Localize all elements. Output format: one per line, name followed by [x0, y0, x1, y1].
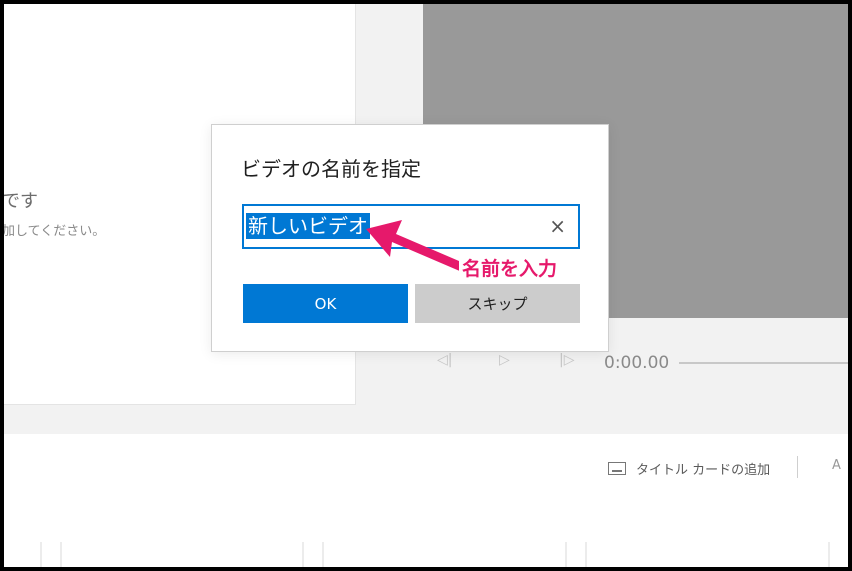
text-icon[interactable]: A — [832, 458, 841, 473]
title-card-icon — [608, 462, 626, 475]
seek-bar[interactable] — [679, 362, 848, 364]
video-name-value[interactable]: 新しいビデオ — [246, 213, 370, 239]
storyboard-slot-divider — [302, 542, 304, 567]
storyboard-panel: タイトル カードの追加 A — [4, 434, 848, 567]
play-icon[interactable]: ▷ — [499, 352, 510, 368]
app-window: です 加してください。 ◁| ▷ |▷ 0:00.00 タイトル カードの追加 … — [4, 4, 848, 567]
add-title-card-button[interactable]: タイトル カードの追加 — [608, 459, 770, 478]
video-name-input[interactable]: 新しいビデオ × — [242, 204, 580, 249]
playback-time: 0:00.00 — [604, 353, 670, 373]
clear-icon[interactable]: × — [549, 214, 566, 238]
annotation-label: 名前を入力 — [459, 254, 561, 281]
storyboard-slot-divider — [322, 542, 324, 567]
name-video-dialog: ビデオの名前を指定 新しいビデオ × OK スキップ — [211, 124, 609, 352]
ok-button[interactable]: OK — [243, 284, 408, 323]
dialog-title: ビデオの名前を指定 — [241, 157, 421, 181]
storyboard-slot-divider — [828, 542, 830, 567]
storyboard-slot-divider — [565, 542, 567, 567]
step-forward-icon[interactable]: |▷ — [559, 352, 574, 368]
skip-button[interactable]: スキップ — [415, 284, 580, 323]
storyboard-slot-divider — [40, 542, 42, 567]
add-title-card-label: タイトル カードの追加 — [636, 463, 771, 478]
storyboard-slot-divider — [585, 542, 587, 567]
library-empty-hint: 加してください。 — [4, 224, 106, 239]
storyboard-slot-divider — [60, 542, 62, 567]
library-empty-title: です — [4, 191, 38, 212]
step-back-icon[interactable]: ◁| — [437, 352, 452, 368]
toolbar-divider — [797, 456, 798, 478]
